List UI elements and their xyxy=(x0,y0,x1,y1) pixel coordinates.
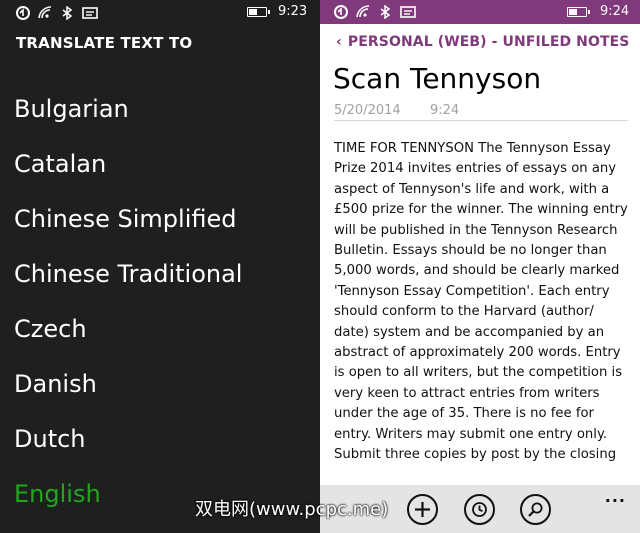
page-title: TRANSLATE TEXT TO xyxy=(16,34,193,52)
bluetooth-icon xyxy=(62,6,73,20)
message-icon xyxy=(82,7,98,19)
note-body[interactable]: TIME FOR TENNYSON The Tennyson Essay Pri… xyxy=(334,139,628,485)
language-item[interactable]: Catalan xyxy=(14,143,242,198)
language-item[interactable]: Czech xyxy=(14,308,242,363)
note-date: 5/20/2014 xyxy=(334,103,401,118)
battery-icon xyxy=(247,7,270,17)
onenote-note-screen: 9:24 ‹ PERSONAL (WEB) - UNFILED NOTES Sca… xyxy=(320,0,640,533)
translate-language-screen: 9:23 TRANSLATE TEXT TO Bulgarian Catalan… xyxy=(0,0,320,533)
recent-button[interactable] xyxy=(464,494,495,525)
language-item[interactable]: Chinese Simplified xyxy=(14,198,242,253)
status-bar: 9:23 xyxy=(0,0,320,26)
search-icon xyxy=(528,502,543,517)
message-icon xyxy=(400,6,416,18)
note-meta: 5/20/2014 9:24 xyxy=(334,101,628,121)
status-time: 9:24 xyxy=(600,4,630,19)
battery-icon xyxy=(567,7,590,17)
watermark: 双电网(www.pcpc.me) xyxy=(195,499,389,520)
recent-icon xyxy=(472,502,487,517)
add-button[interactable] xyxy=(407,494,438,525)
more-button[interactable]: ... xyxy=(605,487,626,506)
breadcrumb-label: PERSONAL (WEB) - UNFILED NOTES xyxy=(347,34,630,50)
bluetooth-icon xyxy=(380,5,391,19)
language-item[interactable]: Bulgarian xyxy=(14,88,242,143)
search-button[interactable] xyxy=(520,494,551,525)
notification-icon xyxy=(334,5,348,19)
status-bar: 9:24 xyxy=(320,0,640,24)
language-item[interactable]: Danish xyxy=(14,363,242,418)
note-time: 9:24 xyxy=(430,103,460,118)
language-list: Bulgarian Catalan Chinese Simplified Chi… xyxy=(14,88,242,528)
wifi-icon xyxy=(38,6,52,19)
language-item[interactable]: Dutch xyxy=(14,418,242,473)
status-time: 9:23 xyxy=(278,4,308,19)
wifi-icon xyxy=(356,5,370,18)
notification-icon xyxy=(16,6,30,20)
note-title[interactable]: Scan Tennyson xyxy=(333,62,541,95)
chevron-left-icon: ‹ xyxy=(336,34,342,50)
breadcrumb[interactable]: ‹ PERSONAL (WEB) - UNFILED NOTES xyxy=(336,34,630,50)
add-icon xyxy=(415,502,430,517)
language-item[interactable]: Chinese Traditional xyxy=(14,253,242,308)
